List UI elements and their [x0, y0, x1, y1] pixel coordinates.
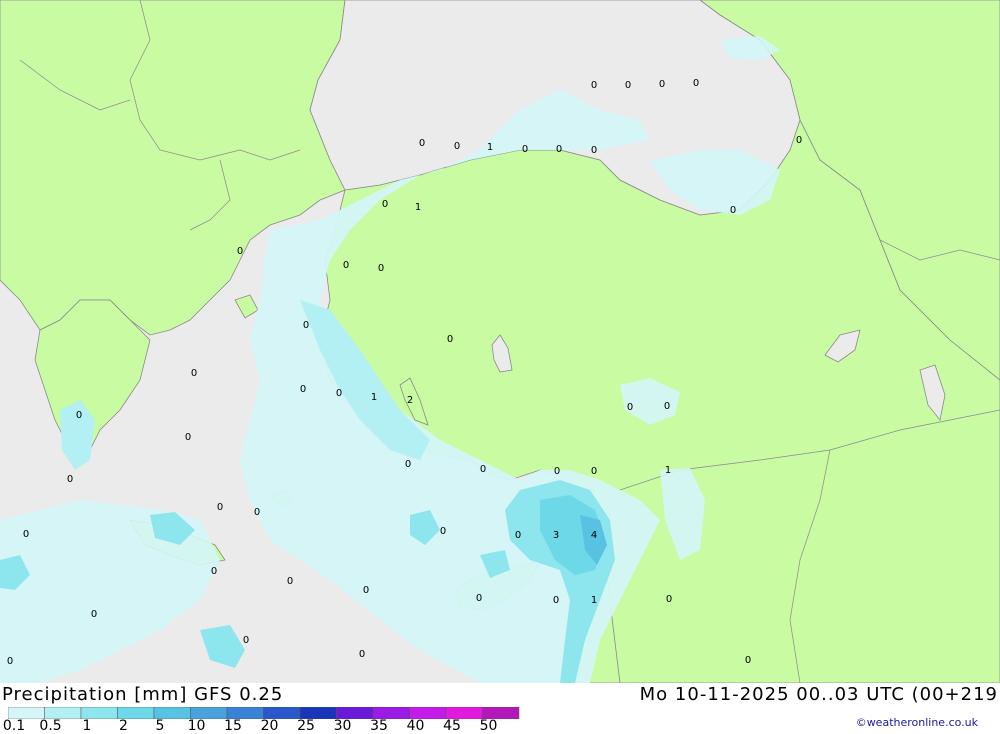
value-label: 0: [591, 145, 597, 156]
value-label: 0: [556, 144, 562, 155]
legend-label: 40: [406, 718, 425, 734]
precipitation-map: 0 0 0 0 0 0 1 0 0 0 0 0 1 0 0 0 0 0 0 0 …: [0, 0, 1000, 683]
value-label: 0: [185, 432, 191, 443]
value-label: 0: [378, 263, 384, 274]
value-label: 0: [522, 144, 528, 155]
value-label: 0: [625, 80, 631, 91]
credit-link[interactable]: ©weatheronline.co.uk: [856, 716, 978, 729]
value-label: 0: [287, 576, 293, 587]
value-label: 0: [591, 466, 597, 477]
value-label: 0: [254, 507, 260, 518]
value-label: 0: [191, 368, 197, 379]
value-label: 1: [415, 202, 421, 213]
legend-label: 0.5: [39, 718, 62, 734]
legend-label: 10: [187, 718, 206, 734]
value-label: 0: [591, 80, 597, 91]
value-label: 0: [359, 649, 365, 660]
value-label: 1: [371, 392, 377, 403]
value-label: 0: [336, 388, 342, 399]
value-label: 0: [454, 141, 460, 152]
legend-label: 1: [82, 718, 92, 734]
value-label: 0: [23, 529, 29, 540]
legend-label: 50: [479, 718, 498, 734]
value-label: 0: [405, 459, 411, 470]
value-label: 0: [515, 530, 521, 541]
legend-label: 35: [370, 718, 388, 734]
value-label: 0: [211, 566, 217, 577]
value-label: 0: [480, 464, 486, 475]
legend-label: 15: [224, 718, 242, 734]
value-label: 1: [591, 595, 597, 606]
value-label: 0: [796, 135, 802, 146]
value-label: 0: [664, 401, 670, 412]
value-label: 0: [243, 635, 249, 646]
forecast-datetime: Mo 10-11-2025 00..03 UTC (00+219: [639, 684, 998, 705]
legend-label: 25: [297, 718, 315, 734]
value-label: 0: [440, 526, 446, 537]
value-label: 2: [407, 395, 413, 406]
value-label: 0: [447, 334, 453, 345]
legend-label: 5: [155, 718, 165, 734]
value-label: 0: [303, 320, 309, 331]
value-label: 1: [665, 465, 671, 476]
value-label: 0: [627, 402, 633, 413]
value-label: 0: [300, 384, 306, 395]
legend-label: 45: [443, 718, 461, 734]
value-label: 0: [67, 474, 73, 485]
value-label: 4: [591, 530, 597, 541]
value-label: 0: [76, 410, 82, 421]
legend-label: 2: [119, 718, 128, 734]
value-label: 0: [7, 656, 13, 667]
legend-label: 20: [260, 718, 279, 734]
value-label: 3: [553, 530, 559, 541]
legend-label: 30: [333, 718, 352, 734]
value-label: 0: [91, 609, 97, 620]
legend-label: 0.1: [2, 718, 26, 734]
value-label: 0: [343, 260, 349, 271]
legend-labels: 0.1 0.5 1 2 5 10 15 20 25 30 35 40 45 50: [0, 718, 520, 734]
value-label: 0: [217, 502, 223, 513]
map-title: Precipitation [mm] GFS 0.25: [2, 684, 284, 705]
value-label: 0: [730, 205, 736, 216]
value-label: 0: [666, 594, 672, 605]
value-label: 0: [554, 466, 560, 477]
value-label: 0: [693, 78, 699, 89]
value-label: 0: [659, 79, 665, 90]
value-label: 0: [476, 593, 482, 604]
value-label: 0: [363, 585, 369, 596]
value-label: 0: [553, 595, 559, 606]
value-label: 0: [419, 138, 425, 149]
value-label: 0: [382, 199, 388, 210]
value-label: 0: [237, 246, 243, 257]
value-label: 0: [745, 655, 751, 666]
value-label: 1: [487, 142, 493, 153]
